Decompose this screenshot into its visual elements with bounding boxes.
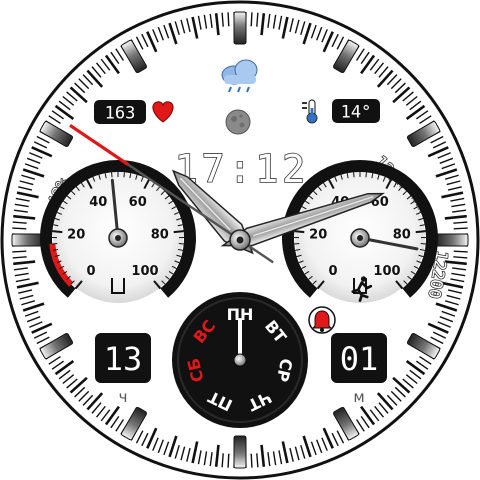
minutes-caption: м [353, 388, 364, 406]
battery-gauge: 0 20 40 60 80 100 [40, 160, 196, 303]
gauge-tick-label: 40 [89, 195, 107, 210]
alarm-bell-icon[interactable] [308, 306, 336, 334]
minute-tick [453, 227, 468, 230]
weekday-hub [233, 353, 247, 367]
hour-marker [233, 435, 247, 469]
minute-tick [250, 453, 253, 468]
steps-gauge: 020406080100 [282, 160, 438, 303]
gauge-tick [52, 230, 63, 234]
minute-tick [250, 12, 253, 27]
gauge-tick-label: 100 [131, 264, 158, 279]
gauge-tick [415, 230, 426, 234]
minute-tick [12, 227, 27, 230]
temperature-value: 14° [341, 103, 372, 123]
minute-tick [227, 12, 230, 27]
hour-marker [233, 11, 247, 45]
hours-caption: ч [119, 388, 128, 406]
hours-value: 13 [104, 340, 143, 378]
watch-face: 163 14° 17:12 48% 12.6 км 12200 02040 608… [0, 0, 480, 480]
moon-phase-icon [225, 109, 251, 135]
gauge-tick-label: 0 [86, 264, 95, 279]
weekday-dial: ПНВТСРЧТПТСБВС [172, 292, 308, 428]
hour-marker [11, 233, 45, 247]
hour-marker [435, 233, 469, 247]
heart-rate-value: 163 [105, 104, 136, 124]
minute-tick [227, 453, 230, 468]
gauge-tick-label: 20 [67, 228, 85, 243]
gauge-tick-label: 100 [373, 264, 400, 279]
minutes-value: 01 [340, 340, 379, 378]
temperature-widget[interactable]: 14° [302, 99, 380, 124]
minute-tick [453, 250, 468, 253]
gauge-tick-label: 0 [328, 264, 337, 279]
gauge-tick-label: 60 [129, 195, 147, 210]
gauge-tick [173, 230, 184, 234]
minute-tick [12, 250, 27, 253]
gauge-tick-label: 20 [309, 228, 327, 243]
gauge-tick-label: 80 [393, 228, 411, 243]
heart-rate-widget[interactable]: 163 [94, 100, 174, 124]
gauge-tick-label: 80 [151, 228, 169, 243]
gauge-tick [294, 230, 305, 234]
